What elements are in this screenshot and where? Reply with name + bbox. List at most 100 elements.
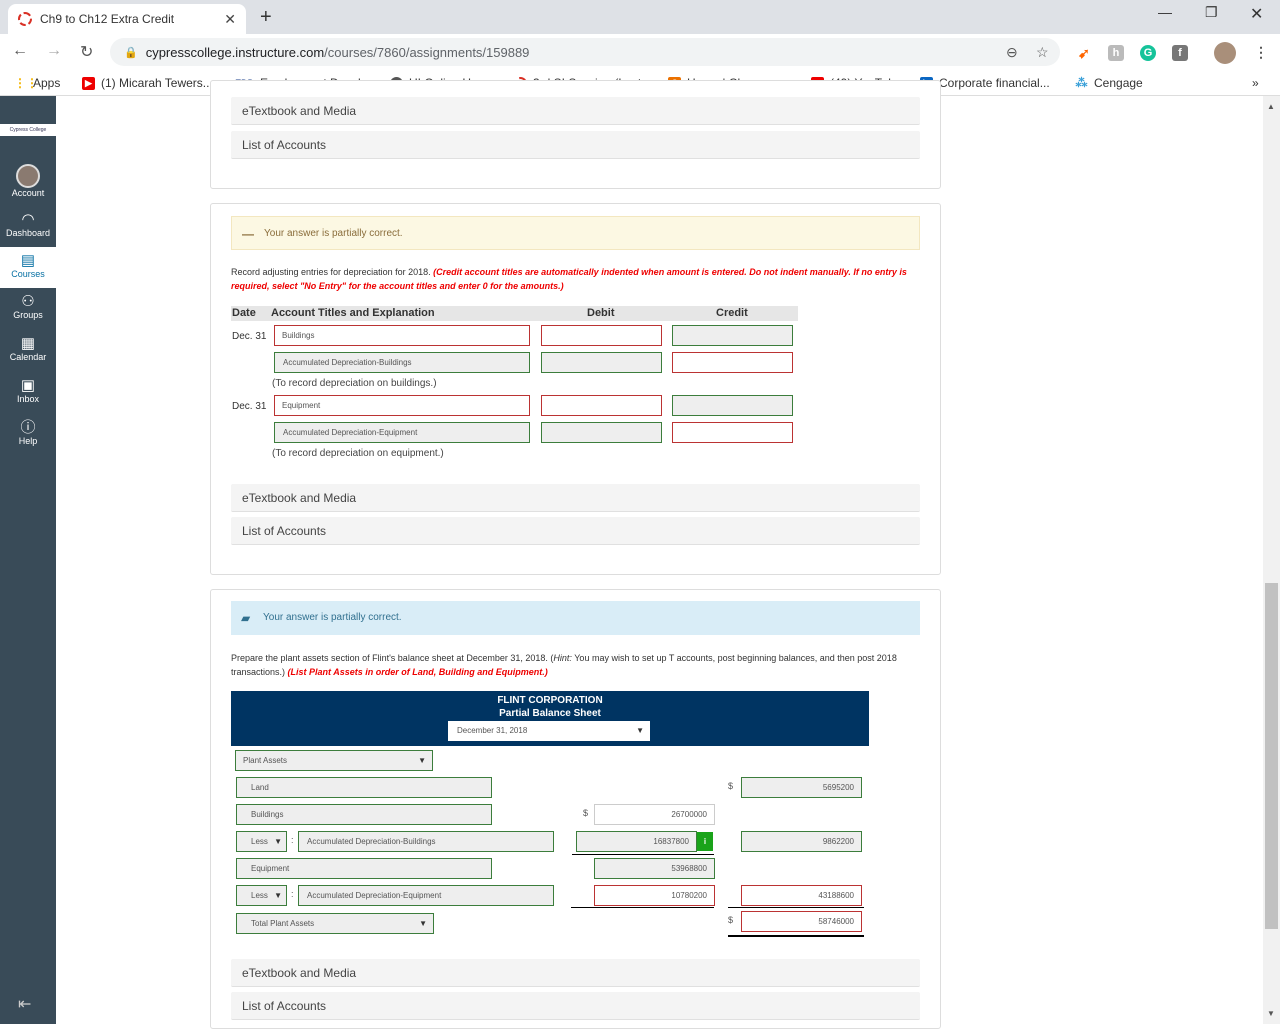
total-plant-assets-amount[interactable]: 58746000 <box>741 911 862 932</box>
account-title-input[interactable]: Buildings <box>274 325 530 346</box>
close-tab-icon[interactable]: ✕ <box>224 11 236 28</box>
forward-icon[interactable]: → <box>46 42 62 60</box>
profile-avatar-icon[interactable] <box>1214 42 1236 64</box>
nav-groups[interactable]: ⚇ Groups <box>0 288 56 329</box>
menu-kebab-icon[interactable]: ⋮ <box>1254 44 1268 61</box>
facebook-extension-icon[interactable]: f <box>1172 45 1188 61</box>
header-debit: Debit <box>587 307 615 319</box>
nav-label: Help <box>18 436 38 446</box>
scroll-down-icon[interactable]: ▼ <box>1267 1009 1275 1018</box>
accum-dep-equipment-amount[interactable]: 10780200 <box>594 885 715 906</box>
banner-text: Your answer is partially correct. <box>264 228 403 239</box>
less-select-value: Less <box>251 891 268 900</box>
equipment-amount-input[interactable]: 53968800 <box>594 858 715 879</box>
total-select[interactable]: Total Plant Assets ▼ <box>236 913 434 934</box>
etextbook-media-link[interactable]: eTextbook and Media <box>231 97 920 125</box>
credit-input[interactable] <box>672 352 793 373</box>
close-window-icon[interactable]: ✕ <box>1250 4 1263 24</box>
list-of-accounts-link[interactable]: List of Accounts <box>231 131 920 159</box>
dollar-sign: $ <box>728 915 734 925</box>
debit-input[interactable] <box>541 325 662 346</box>
land-account-input[interactable]: Land <box>236 777 492 798</box>
bookmark-star-icon[interactable]: ☆ <box>1036 44 1049 61</box>
land-amount-input[interactable]: 5695200 <box>741 777 862 798</box>
partial-correct-banner: ▰ Your answer is partially correct. <box>231 601 920 635</box>
etextbook-media-link[interactable]: eTextbook and Media <box>231 484 920 512</box>
entry-explanation: (To record depreciation on equipment.) <box>272 448 444 459</box>
nav-calendar[interactable]: ▦ Calendar <box>0 330 56 371</box>
entry-date: Dec. 31 <box>232 401 267 412</box>
minus-icon: — <box>242 227 254 241</box>
accum-dep-equipment-input[interactable]: Accumulated Depreciation-Equipment <box>298 885 554 906</box>
url-domain: cypresscollege.instructure.com <box>145 44 325 60</box>
browser-tab[interactable]: Ch9 to Ch12 Extra Credit ✕ <box>8 4 246 34</box>
extension-honey-icon[interactable]: h <box>1108 45 1124 61</box>
net-equipment-amount[interactable]: 43188600 <box>741 885 862 906</box>
net-buildings-amount[interactable]: 9862200 <box>741 831 862 852</box>
question-card-journal: — Your answer is partially correct. Reco… <box>210 203 941 575</box>
debit-input[interactable] <box>541 395 662 416</box>
youtube-icon: ▶ <box>82 76 95 90</box>
less-select[interactable]: Less ▼ <box>236 831 287 852</box>
bookmark-cengage[interactable]: ⁂ Cengage <box>1075 76 1143 90</box>
bookmark-label: Cengage <box>1094 76 1143 90</box>
extension-deer-icon[interactable]: ➹ <box>1076 45 1092 61</box>
minimize-icon[interactable]: — <box>1158 4 1172 20</box>
credit-input[interactable] <box>672 325 793 346</box>
calendar-icon: ▦ <box>20 335 36 352</box>
colon: : <box>291 835 294 845</box>
zoom-out-icon[interactable]: ⊖ <box>1006 44 1018 61</box>
url-input[interactable]: 🔒 cypresscollege.instructure.com/courses… <box>110 38 1060 66</box>
nav-label: Courses <box>11 269 45 279</box>
cypress-college-logo[interactable]: Cypress College <box>0 124 56 136</box>
list-of-accounts-link[interactable]: List of Accounts <box>231 517 920 545</box>
back-icon[interactable]: ← <box>12 42 28 60</box>
section-select[interactable]: Plant Assets ▼ <box>235 750 433 771</box>
statement-title: Partial Balance Sheet <box>499 708 601 719</box>
etextbook-media-link[interactable]: eTextbook and Media <box>231 959 920 987</box>
bookmark-apps[interactable]: ⋮⋮ Apps <box>14 76 60 90</box>
journal-table-header: Date Account Titles and Explanation Debi… <box>231 306 798 321</box>
account-title-input[interactable]: Accumulated Depreciation-Equipment <box>274 422 530 443</box>
restore-icon[interactable]: ❐ <box>1205 4 1218 21</box>
debit-input[interactable] <box>541 422 662 443</box>
nav-dashboard[interactable]: ◠ Dashboard <box>0 206 56 247</box>
question-prompt: Prepare the plant assets section of Flin… <box>231 651 921 679</box>
nav-inbox[interactable]: ▣ Inbox <box>0 372 56 413</box>
accum-dep-buildings-amount[interactable]: 16837800 <box>576 831 697 852</box>
account-title-input[interactable]: Accumulated Depreciation-Buildings <box>274 352 530 373</box>
nav-label: Account <box>11 188 45 198</box>
credit-input[interactable] <box>672 395 793 416</box>
credit-input[interactable] <box>672 422 793 443</box>
nav-label: Dashboard <box>5 228 51 238</box>
info-check-icon[interactable]: i <box>697 832 713 851</box>
nav-label: Calendar <box>9 352 47 362</box>
debit-input[interactable] <box>541 352 662 373</box>
bookmark-micarah[interactable]: ▶ (1) Micarah Tewers... <box>82 76 213 90</box>
more-bookmarks-button[interactable]: » <box>1252 76 1259 90</box>
list-of-accounts-link[interactable]: List of Accounts <box>231 992 920 1020</box>
buildings-account-input[interactable]: Buildings <box>236 804 492 825</box>
scroll-up-icon[interactable]: ▲ <box>1267 102 1275 111</box>
underline <box>728 907 864 908</box>
nav-courses[interactable]: ▤ Courses <box>0 247 56 288</box>
equipment-account-input[interactable]: Equipment <box>236 858 492 879</box>
underline <box>571 907 714 908</box>
account-title-input[interactable]: Equipment <box>274 395 530 416</box>
grammarly-icon[interactable]: G <box>1140 45 1156 61</box>
date-select[interactable]: December 31, 2018 ▼ <box>448 721 650 741</box>
dollar-sign: $ <box>728 781 734 791</box>
scrollbar-thumb[interactable] <box>1265 583 1278 929</box>
nav-label: Groups <box>13 310 43 320</box>
accum-dep-buildings-input[interactable]: Accumulated Depreciation-Buildings <box>298 831 554 852</box>
total-select-value: Total Plant Assets <box>251 919 315 928</box>
new-tab-button[interactable]: + <box>260 6 272 29</box>
nav-account[interactable]: Account <box>0 162 56 203</box>
nav-help[interactable]: ⓘ Help <box>0 414 56 455</box>
reload-icon[interactable]: ↻ <box>80 42 93 62</box>
buildings-amount-input[interactable]: 26700000 <box>594 804 715 825</box>
question-card-balance-sheet: ▰ Your answer is partially correct. Prep… <box>210 589 941 1029</box>
less-select[interactable]: Less ▼ <box>236 885 287 906</box>
collapse-nav-icon[interactable]: ⇤ <box>18 994 31 1014</box>
page-scrollbar[interactable]: ▲ ▼ <box>1263 96 1280 1024</box>
